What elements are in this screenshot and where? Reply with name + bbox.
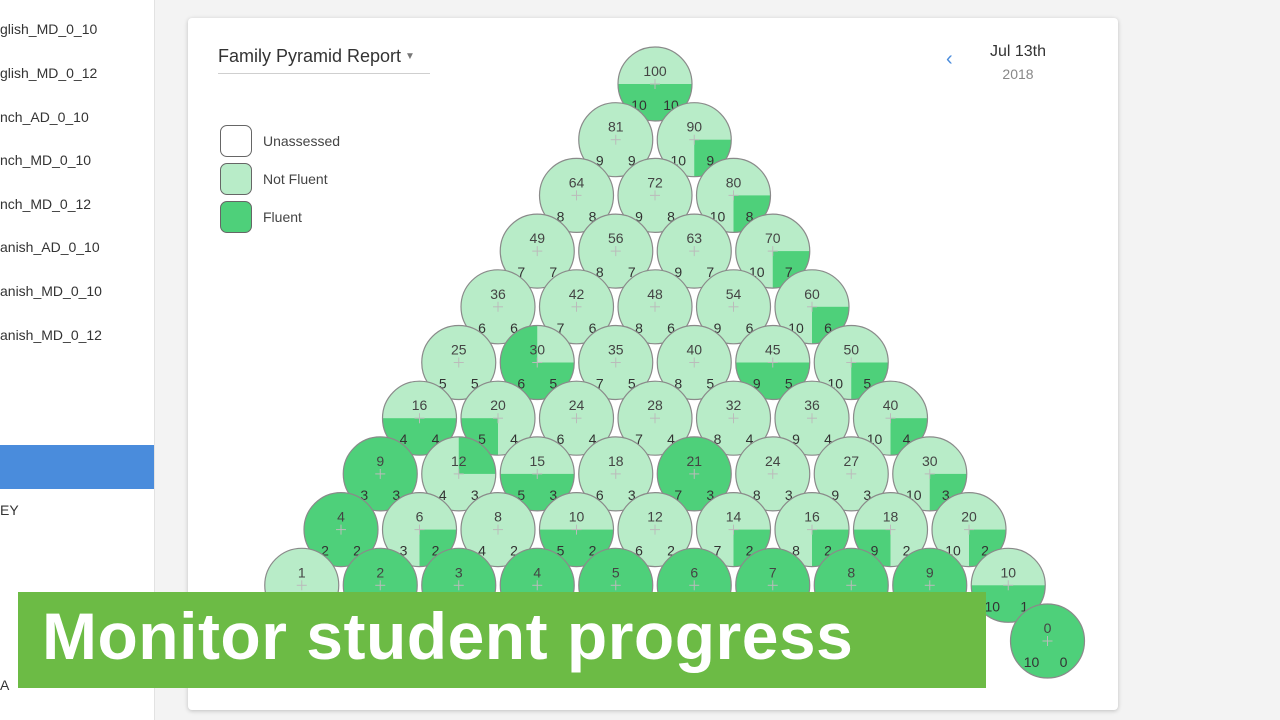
sidebar-item-label: glish_MD_0_10	[0, 21, 98, 37]
sidebar-item-label: nch_MD_0_10	[0, 152, 92, 168]
cell-total: 4	[337, 509, 345, 525]
cell-total: 10	[569, 509, 585, 525]
cell-total: 81	[608, 119, 624, 135]
cell-total: 30	[529, 342, 545, 358]
cell-total: 9	[376, 453, 384, 469]
cell-total: 6	[416, 509, 424, 525]
cell-total: 8	[847, 564, 855, 580]
sidebar-item-label: anish_AD_0_10	[0, 239, 100, 255]
cell-total: 15	[529, 453, 545, 469]
sidebar-item[interactable]: glish_MD_0_10	[0, 14, 154, 44]
cell-total: 6	[690, 564, 698, 580]
cell-total: 2	[376, 564, 384, 580]
cell-total: 8	[494, 509, 502, 525]
cell-total: 36	[490, 286, 506, 302]
cell-total: 56	[608, 230, 624, 246]
cell-total: 1	[298, 564, 306, 580]
cell-total: 70	[765, 230, 781, 246]
cell-total: 25	[451, 342, 467, 358]
cell-total: 40	[686, 342, 702, 358]
cell-total: 40	[883, 397, 899, 413]
cell-total: 12	[647, 509, 663, 525]
cell-total: 90	[686, 119, 702, 135]
sidebar-item[interactable]: glish_MD_0_12	[0, 58, 154, 88]
cell-total: 16	[804, 509, 820, 525]
sidebar-item[interactable]: nch_AD_0_10	[0, 102, 154, 132]
cell-total: 72	[647, 174, 663, 190]
cell-total: 30	[922, 453, 938, 469]
sidebar-item-label: anish_MD_0_10	[0, 283, 102, 299]
sidebar-item-label[interactable]: EY	[0, 502, 19, 518]
sidebar-item[interactable]: anish_AD_0_10	[0, 232, 154, 262]
cell-total: 27	[843, 453, 859, 469]
cell-total: 21	[686, 453, 702, 469]
cell-total: 12	[451, 453, 467, 469]
caption-text: Monitor student progress	[42, 599, 854, 673]
cell-total: 64	[569, 174, 585, 190]
cell-total: 36	[804, 397, 820, 413]
cell-total: 100	[643, 63, 667, 79]
cell-total: 50	[843, 342, 859, 358]
caption-banner: Monitor student progress	[18, 592, 986, 688]
cell-total: 80	[726, 174, 742, 190]
cell-total: 10	[1000, 564, 1016, 580]
cell-total: 14	[726, 509, 742, 525]
sidebar-item[interactable]: nch_MD_0_10	[0, 145, 154, 175]
cell-total: 24	[765, 453, 781, 469]
cell-total: 3	[455, 564, 463, 580]
cell-factor-a: 10	[984, 598, 1000, 614]
sidebar-item[interactable]: nch_MD_0_12	[0, 189, 154, 219]
cell-total: 5	[612, 564, 620, 580]
cell-total: 54	[726, 286, 742, 302]
cell-total: 45	[765, 342, 781, 358]
cell-total: 32	[726, 397, 742, 413]
cell-total: 0	[1044, 620, 1052, 636]
cell-total: 20	[490, 397, 506, 413]
cell-total: 20	[961, 509, 977, 525]
cell-total: 18	[608, 453, 624, 469]
cell-total: 7	[769, 564, 777, 580]
cell-total: 24	[569, 397, 585, 413]
cell-total: 16	[412, 397, 428, 413]
sidebar-item-label[interactable]: A	[0, 677, 9, 693]
sidebar-item[interactable]: anish_MD_0_12	[0, 320, 154, 350]
sidebar-item[interactable]: anish_MD_0_10	[0, 276, 154, 306]
pyramid-cell[interactable]: 0 10 0	[1009, 603, 1086, 679]
cell-total: 60	[804, 286, 820, 302]
cell-factor-a: 10	[1024, 654, 1040, 670]
sidebar-item-label: glish_MD_0_12	[0, 65, 98, 81]
cell-total: 49	[529, 230, 545, 246]
cell-factor-b: 0	[1060, 654, 1068, 670]
sidebar-item-label: nch_MD_0_12	[0, 196, 92, 212]
cell-total: 48	[647, 286, 663, 302]
cell-total: 63	[686, 230, 702, 246]
cell-total: 4	[533, 564, 541, 580]
cell-total: 18	[883, 509, 899, 525]
cell-total: 42	[569, 286, 585, 302]
cell-total: 28	[647, 397, 663, 413]
sidebar-item-label: anish_MD_0_12	[0, 327, 102, 343]
sidebar-item-label: nch_AD_0_10	[0, 109, 89, 125]
cell-total: 35	[608, 342, 624, 358]
sidebar-item-selected[interactable]	[0, 445, 154, 489]
cell-total: 9	[926, 564, 934, 580]
